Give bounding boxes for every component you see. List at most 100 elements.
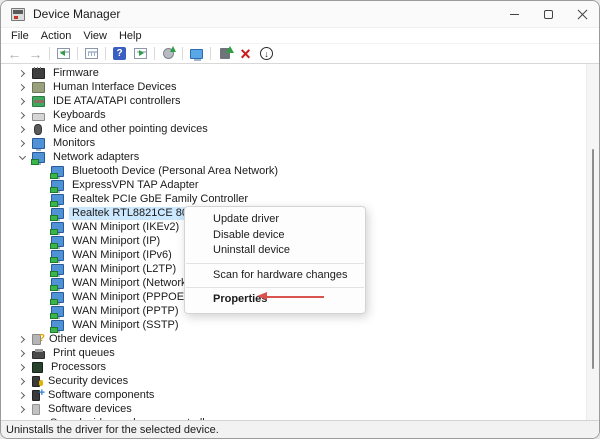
toolbar-button[interactable] bbox=[214, 45, 235, 63]
show-action-pane-icon bbox=[134, 48, 147, 59]
tree-item-label: WAN Miniport (L2TP) bbox=[69, 263, 179, 276]
expander-chevron-icon[interactable] bbox=[17, 404, 28, 415]
scrollbar-thumb[interactable] bbox=[592, 149, 594, 369]
tree-item[interactable]: Other devices bbox=[1, 332, 599, 346]
menubar-item[interactable]: View bbox=[77, 30, 113, 42]
device-category-icon bbox=[32, 96, 45, 107]
context-menu-item[interactable]: Properties bbox=[185, 292, 365, 308]
expander-chevron-icon[interactable] bbox=[17, 362, 28, 373]
tree-item[interactable]: IDE ATA/ATAPI controllers bbox=[1, 94, 599, 108]
expander-chevron-icon[interactable] bbox=[17, 376, 28, 387]
tree-item[interactable]: ExpressVPN TAP Adapter bbox=[1, 178, 599, 192]
expander-chevron-icon[interactable] bbox=[17, 390, 28, 401]
toolbar-button[interactable] bbox=[256, 45, 277, 63]
tree-item[interactable]: Network adapters bbox=[1, 150, 599, 164]
device-category-icon bbox=[32, 362, 43, 373]
context-menu-item[interactable]: Disable device bbox=[185, 228, 365, 244]
close-button[interactable] bbox=[565, 1, 599, 27]
tree-item-label: Sound, video and game controllers bbox=[47, 417, 223, 421]
window-title: Device Manager bbox=[33, 7, 120, 21]
device-category-icon bbox=[51, 278, 64, 289]
context-menu-item[interactable]: Update driver bbox=[185, 212, 365, 228]
tree-item-label: WAN Miniport (PPPOE) bbox=[69, 291, 191, 304]
toolbar bbox=[1, 43, 599, 63]
device-category-icon bbox=[51, 306, 64, 317]
toolbar-button[interactable] bbox=[235, 45, 256, 63]
maximize-button[interactable] bbox=[531, 1, 565, 27]
tree-item-label: Print queues bbox=[50, 347, 118, 360]
tree-item[interactable]: Human Interface Devices bbox=[1, 80, 599, 94]
tree-item-label: Processors bbox=[48, 361, 109, 374]
expander-chevron-icon[interactable] bbox=[17, 96, 28, 107]
expander-chevron-icon[interactable] bbox=[17, 152, 28, 163]
device-category-icon bbox=[51, 208, 64, 219]
expander-chevron-icon[interactable] bbox=[17, 348, 28, 359]
menubar-item[interactable]: Help bbox=[113, 30, 148, 42]
expander-chevron-icon[interactable] bbox=[17, 82, 28, 93]
tree-item[interactable]: Keyboards bbox=[1, 108, 599, 122]
device-category-icon bbox=[51, 250, 64, 261]
forward-icon bbox=[29, 46, 43, 62]
toolbar-separator bbox=[182, 47, 183, 60]
tree-item[interactable]: Firmware bbox=[1, 66, 599, 80]
scan-hardware-changes-icon bbox=[163, 48, 174, 59]
device-category-icon bbox=[32, 404, 40, 415]
toolbar-separator bbox=[49, 47, 50, 60]
computer-icon bbox=[190, 49, 203, 59]
update-driver-icon bbox=[220, 48, 230, 59]
toolbar-button[interactable] bbox=[109, 45, 130, 63]
toolbar-button[interactable] bbox=[186, 45, 207, 63]
device-category-icon bbox=[32, 376, 40, 387]
expander-chevron-icon[interactable] bbox=[17, 418, 28, 421]
tree-item-label: Realtek PCIe GbE Family Controller bbox=[69, 193, 251, 206]
expander-chevron-icon[interactable] bbox=[17, 138, 28, 149]
device-category-icon bbox=[32, 138, 45, 149]
device-category-icon bbox=[51, 320, 64, 331]
tree-item[interactable]: Sound, video and game controllers bbox=[1, 416, 599, 420]
expander-chevron-icon[interactable] bbox=[17, 124, 28, 135]
toolbar-button[interactable] bbox=[25, 45, 46, 63]
minimize-icon bbox=[510, 14, 519, 15]
toolbar-separator bbox=[105, 47, 106, 60]
context-menu-separator bbox=[186, 263, 364, 264]
tree-item-label: Monitors bbox=[50, 137, 98, 150]
status-text: Uninstalls the driver for the selected d… bbox=[6, 424, 219, 436]
device-category-icon bbox=[51, 166, 64, 177]
statusbar: Uninstalls the driver for the selected d… bbox=[1, 420, 599, 438]
window-controls bbox=[497, 1, 599, 27]
close-icon bbox=[577, 9, 588, 20]
device-category-icon bbox=[51, 180, 64, 191]
toolbar-button[interactable] bbox=[81, 45, 102, 63]
tree-item[interactable]: Software components bbox=[1, 388, 599, 402]
device-category-icon bbox=[32, 351, 45, 359]
tree-item[interactable]: WAN Miniport (SSTP) bbox=[1, 318, 599, 332]
device-manager-app-icon bbox=[11, 8, 25, 21]
toolbar-button[interactable] bbox=[4, 45, 25, 63]
context-menu-item[interactable]: Scan for hardware changes bbox=[185, 268, 365, 284]
tree-item[interactable]: Mice and other pointing devices bbox=[1, 122, 599, 136]
vertical-scrollbar[interactable] bbox=[586, 64, 599, 420]
expander-chevron-icon[interactable] bbox=[17, 68, 28, 79]
tree-item[interactable]: Realtek PCIe GbE Family Controller bbox=[1, 192, 599, 206]
toolbar-button[interactable] bbox=[130, 45, 151, 63]
tree-item[interactable]: Bluetooth Device (Personal Area Network) bbox=[1, 164, 599, 178]
toolbar-button[interactable] bbox=[53, 45, 74, 63]
context-menu-item[interactable]: Uninstall device bbox=[185, 243, 365, 259]
menubar-item[interactable]: Action bbox=[35, 30, 78, 42]
tree-item[interactable]: Security devices bbox=[1, 374, 599, 388]
context-menu: Update driverDisable deviceUninstall dev… bbox=[184, 206, 366, 314]
tree-item[interactable]: Monitors bbox=[1, 136, 599, 150]
menubar-item[interactable]: File bbox=[5, 30, 35, 42]
minimize-button[interactable] bbox=[497, 1, 531, 27]
toolbar-button[interactable] bbox=[158, 45, 179, 63]
tree-item[interactable]: Software devices bbox=[1, 402, 599, 416]
device-category-icon bbox=[51, 292, 64, 303]
expander-chevron-icon[interactable] bbox=[17, 334, 28, 345]
tree-item-label: Firmware bbox=[50, 67, 102, 80]
tree-item-label: Software devices bbox=[45, 403, 135, 416]
tree-item[interactable]: Processors bbox=[1, 360, 599, 374]
expander-chevron-icon[interactable] bbox=[17, 110, 28, 121]
device-category-icon bbox=[34, 124, 42, 135]
tree-item[interactable]: Print queues bbox=[1, 346, 599, 360]
tree-item-label: Bluetooth Device (Personal Area Network) bbox=[69, 165, 281, 178]
